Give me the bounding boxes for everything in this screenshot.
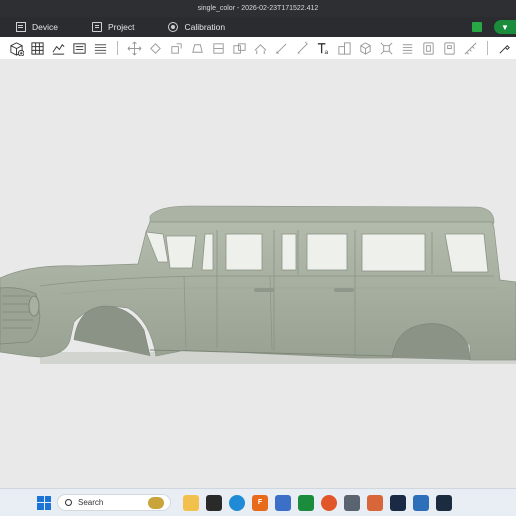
list-icon[interactable]: [92, 40, 108, 56]
terminal-icon[interactable]: [206, 494, 222, 511]
toolbar-divider-2: [486, 41, 488, 55]
part-b-icon[interactable]: [441, 40, 457, 56]
edge-icon[interactable]: [229, 494, 245, 511]
windows-start-icon[interactable]: [37, 495, 51, 510]
3d-viewport[interactable]: [0, 59, 516, 489]
part-a-icon[interactable]: [420, 40, 436, 56]
window-4: [306, 233, 348, 271]
menu-calibration[interactable]: Calibration: [162, 17, 231, 37]
paint-icon[interactable]: [294, 40, 310, 56]
move-icon[interactable]: [126, 40, 142, 56]
blender-icon[interactable]: [367, 494, 383, 511]
menu-device-label: Device: [32, 22, 58, 32]
store-icon[interactable]: [275, 494, 291, 511]
app-b-icon[interactable]: [413, 494, 429, 511]
window-title: single_color - 2026-02-23T171522.412: [197, 5, 319, 12]
add-object-icon[interactable]: [8, 40, 24, 56]
file-explorer-icon[interactable]: [183, 494, 199, 511]
calculator-icon[interactable]: [344, 494, 360, 511]
door-handle-1: [254, 288, 274, 292]
assembly-icon[interactable]: [378, 40, 394, 56]
window-rear: [444, 233, 489, 273]
place-on-face-icon[interactable]: [189, 40, 205, 56]
text-icon[interactable]: a: [315, 40, 331, 56]
rotate-icon[interactable]: [147, 40, 163, 56]
support-icon[interactable]: [252, 40, 268, 56]
car-body-model[interactable]: [0, 59, 516, 489]
search-icon: [65, 499, 72, 506]
menu-bar: Device Project Calibration ▼: [0, 17, 516, 37]
measure-icon[interactable]: [462, 40, 478, 56]
project-icon: [91, 22, 102, 32]
device-icon: [16, 22, 26, 32]
import-icon[interactable]: [50, 40, 66, 56]
app-c-icon[interactable]: [436, 494, 452, 511]
plate-icon[interactable]: [71, 40, 87, 56]
seam-icon[interactable]: [273, 40, 289, 56]
app-a-icon[interactable]: [390, 494, 406, 511]
calibration-icon: [168, 22, 179, 32]
boolean-icon[interactable]: [231, 40, 247, 56]
taskbar: Search F: [0, 488, 516, 516]
bambu-studio-icon[interactable]: [298, 494, 314, 511]
print-button[interactable]: ▼: [494, 20, 516, 34]
cut-icon[interactable]: [210, 40, 226, 56]
window-titlebar: single_color - 2026-02-23T171522.412: [0, 0, 516, 17]
scale-icon[interactable]: [168, 40, 184, 56]
save-status-icon[interactable]: [472, 22, 482, 32]
window-5: [361, 233, 426, 272]
menu-project[interactable]: Project: [86, 17, 140, 37]
window-3: [281, 233, 297, 271]
split-icon[interactable]: [336, 40, 352, 56]
menu-device[interactable]: Device: [10, 17, 64, 37]
fusion-icon[interactable]: F: [252, 494, 268, 511]
cube-icon[interactable]: [357, 40, 373, 56]
fix-model-icon[interactable]: [496, 40, 512, 56]
layers-icon[interactable]: [399, 40, 415, 56]
taskbar-search[interactable]: Search: [57, 494, 171, 511]
window-front-door: [165, 235, 197, 269]
window-2: [225, 233, 263, 271]
search-highlight-icon: [148, 497, 164, 509]
menu-project-label: Project: [107, 22, 135, 32]
door-handle-2: [334, 288, 354, 292]
search-placeholder: Search: [78, 498, 104, 507]
toolbar-divider: [116, 41, 118, 55]
toolbar: a: [0, 37, 516, 60]
menu-calibration-label: Calibration: [184, 22, 226, 32]
arrange-grid-icon[interactable]: [29, 40, 45, 56]
firefox-icon[interactable]: [321, 494, 337, 511]
svg-text:a: a: [324, 49, 328, 56]
